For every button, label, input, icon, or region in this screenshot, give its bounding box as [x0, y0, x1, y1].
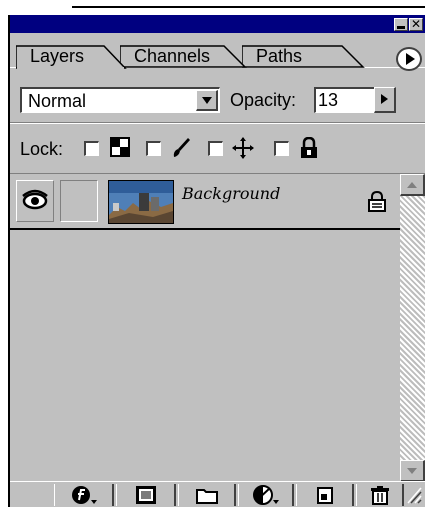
layers-palette-window: ✕ Paths Channels Layers Normal Opacity: …	[8, 15, 425, 507]
lock-transparency-checkbox[interactable]	[84, 141, 99, 156]
lock-options-row: Lock:	[10, 125, 425, 171]
eye-icon	[22, 189, 48, 210]
palette-title-bar[interactable]: ✕	[10, 15, 425, 33]
layer-link-toggle[interactable]	[60, 180, 98, 222]
transparency-lock-icon	[110, 137, 130, 157]
new-layer-button[interactable]	[296, 484, 354, 506]
adjustment-layer-button[interactable]	[238, 484, 294, 506]
tab-channels[interactable]: Channels	[120, 45, 248, 68]
divider	[10, 122, 425, 124]
landscape-photo-thumbnail	[109, 181, 173, 223]
chevron-down-icon[interactable]	[196, 90, 218, 111]
move-lock-icon	[232, 137, 254, 159]
layer-mask-button[interactable]	[116, 484, 176, 506]
layers-scrollbar[interactable]	[400, 174, 425, 482]
minimize-icon[interactable]	[394, 18, 408, 31]
divider	[72, 6, 425, 8]
resize-grip-icon[interactable]	[406, 486, 422, 504]
brush-lock-icon	[173, 138, 190, 157]
layer-style-button[interactable]	[54, 484, 114, 506]
scroll-up-icon[interactable]	[400, 174, 425, 196]
opacity-slider-button[interactable]	[374, 87, 396, 113]
scroll-down-icon[interactable]	[400, 460, 425, 482]
layers-palette-screenshot: ✕ Paths Channels Layers Normal Opacity: …	[0, 0, 425, 507]
padlock-icon	[368, 190, 386, 212]
lock-pixels-checkbox[interactable]	[146, 141, 161, 156]
delete-layer-button[interactable]	[356, 484, 404, 506]
layer-visibility-toggle[interactable]	[16, 180, 54, 222]
tab-paths[interactable]: Paths	[242, 45, 366, 68]
blend-mode-select[interactable]: Normal	[20, 87, 220, 113]
adjustment-layer-icon	[252, 485, 279, 505]
lock-label: Lock:	[20, 139, 64, 159]
layer-name: Background	[182, 184, 281, 203]
new-folder-button[interactable]	[178, 484, 236, 506]
close-icon[interactable]: ✕	[409, 18, 423, 31]
tab-layers[interactable]: Layers	[16, 45, 128, 69]
blend-options-row: Normal Opacity: 13	[10, 67, 425, 123]
blend-mode-value: Normal	[28, 91, 87, 111]
tab-label: Layers	[30, 46, 85, 66]
lock-position-checkbox[interactable]	[208, 141, 223, 156]
lock-all-checkbox[interactable]	[274, 141, 289, 156]
new-folder-icon	[195, 489, 218, 504]
layers-toolbar	[10, 481, 425, 507]
padlock-icon	[301, 137, 317, 158]
tab-label: Channels	[134, 46, 211, 66]
layer-row[interactable]: Background	[10, 174, 400, 230]
layer-thumbnail	[108, 180, 174, 224]
tab-label: Paths	[256, 46, 303, 66]
layers-list: Background	[10, 173, 425, 482]
opacity-input[interactable]: 13	[314, 87, 376, 113]
palette-tabs: Paths Channels Layers	[10, 33, 425, 71]
new-layer-icon	[316, 487, 333, 504]
opacity-label: Opacity:	[230, 90, 297, 110]
trash-icon	[370, 486, 389, 505]
layer-style-icon	[71, 486, 97, 504]
layer-mask-icon	[135, 486, 156, 504]
